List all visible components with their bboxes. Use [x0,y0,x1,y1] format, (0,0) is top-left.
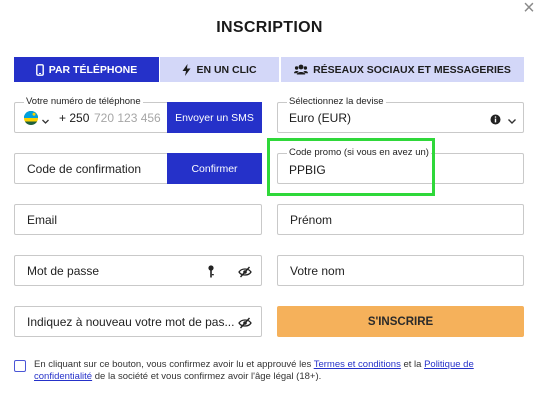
promo-code-value: PPBIG [289,163,326,177]
users-icon [294,64,309,75]
password-confirm-field[interactable]: Indiquez à nouveau votre mot de pas... [14,306,262,337]
lightning-icon [182,63,191,76]
email-field[interactable]: Email [14,204,262,235]
terms-text: En cliquant sur ce bouton, vous confirme… [34,359,504,383]
register-button[interactable]: S'INSCRIRE [277,306,524,337]
password-confirm-placeholder: Indiquez à nouveau votre mot de pas... [27,314,235,329]
tab-one-click[interactable]: EN UN CLIC [160,57,279,82]
page-title: INSCRIPTION [216,19,323,36]
terms-text-part3: de la société et vous confirmez avoir l'… [92,371,322,382]
last-name-field[interactable]: Votre nom [277,255,524,286]
tab-social-label: RÉSEAUX SOCIAUX ET MESSAGERIES [313,63,511,76]
first-name-placeholder: Prénom [290,212,333,227]
promo-code-field[interactable]: Code promo (si vous en avez un) PPBIG [277,147,524,184]
tab-social[interactable]: RÉSEAUX SOCIAUX ET MESSAGERIES [281,57,524,82]
terms-text-part2: et la [400,359,425,370]
country-code: + 250 [59,111,90,125]
currency-label: Sélectionnez la devise [287,96,386,108]
tab-phone-label: PAR TÉLÉPHONE [48,63,138,76]
tab-one-click-label: EN UN CLIC [196,63,257,76]
terms-text-part1: En cliquant sur ce bouton, vous confirme… [34,359,314,370]
close-button[interactable]: × [520,0,538,18]
phone-input[interactable]: 720 123 456 [94,111,161,125]
terms-link[interactable]: Termes et conditions [314,359,401,370]
eye-slash-icon[interactable] [238,265,252,283]
terms-checkbox[interactable] [14,360,26,372]
phone-icon [35,63,44,76]
confirmation-code-placeholder: Code de confirmation [27,161,142,176]
currency-select[interactable]: Sélectionnez la devise Euro (EUR) [277,96,524,133]
close-icon: × [523,0,535,19]
password-placeholder: Mot de passe [27,263,100,278]
chevron-down-icon[interactable] [41,113,50,131]
last-name-placeholder: Votre nom [290,263,345,278]
currency-value: Euro (EUR) [289,111,352,125]
confirm-button[interactable]: Confirmer [167,153,262,184]
phone-label: Votre numéro de téléphone [24,96,143,108]
info-icon[interactable] [490,112,501,130]
email-placeholder: Email [27,212,58,227]
flag-icon[interactable] [24,111,38,125]
currency-chevron-icon [507,113,517,131]
promo-code-label: Code promo (si vous en avez un) [287,147,431,159]
eye-slash-icon[interactable] [238,316,252,334]
key-icon[interactable] [207,265,215,283]
tab-phone[interactable]: PAR TÉLÉPHONE [14,57,159,82]
first-name-field[interactable]: Prénom [277,204,524,235]
password-field[interactable]: Mot de passe [14,255,262,286]
send-sms-button[interactable]: Envoyer un SMS [167,102,262,133]
